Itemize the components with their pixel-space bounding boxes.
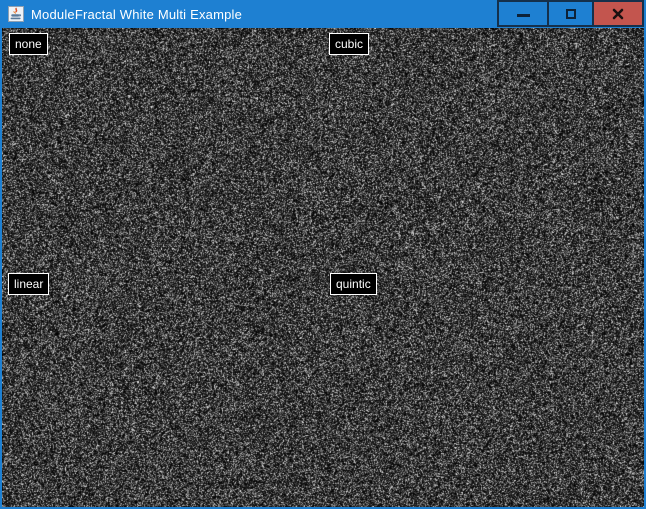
- window-title: ModuleFractal White Multi Example: [31, 7, 242, 22]
- titlebar[interactable]: ModuleFractal White Multi Example: [2, 0, 644, 28]
- minimize-button[interactable]: [497, 0, 549, 27]
- window-controls: [497, 0, 644, 27]
- noise-canvas: [2, 28, 644, 507]
- close-button[interactable]: [592, 0, 644, 27]
- interp-label-quintic: quintic: [330, 273, 377, 295]
- close-icon: [612, 8, 624, 20]
- interp-label-none: none: [9, 33, 48, 55]
- noise-render-area: none cubic linear quintic: [2, 28, 644, 507]
- java-coffee-cup-icon: [8, 6, 24, 22]
- interp-label-linear: linear: [8, 273, 49, 295]
- maximize-button[interactable]: [547, 0, 594, 27]
- interp-label-cubic: cubic: [329, 33, 369, 55]
- maximize-icon: [566, 9, 576, 19]
- app-window: ModuleFractal White Multi Example none c…: [0, 0, 646, 509]
- minimize-icon: [517, 14, 530, 17]
